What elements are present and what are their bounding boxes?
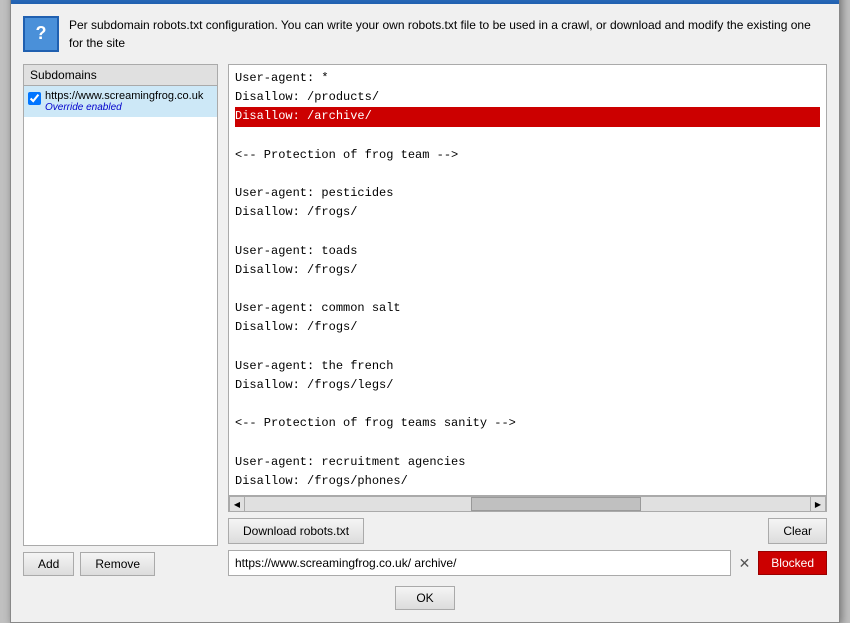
clear-button[interactable]: Clear bbox=[768, 518, 827, 544]
subdomains-label: Subdomains bbox=[23, 64, 218, 85]
subdomain-item[interactable]: https://www.screamingfrog.co.uk Override… bbox=[24, 86, 217, 117]
ok-button[interactable]: OK bbox=[395, 586, 454, 610]
url-clear-button[interactable]: ✕ bbox=[735, 555, 755, 572]
text-area-container[interactable]: User-agent: *Disallow: /products/Disallo… bbox=[228, 64, 827, 496]
info-text: Per subdomain robots.txt configuration. … bbox=[69, 16, 827, 52]
scroll-left-arrow[interactable]: ◀ bbox=[229, 496, 245, 512]
subdomain-checkbox[interactable] bbox=[28, 92, 41, 105]
add-button[interactable]: Add bbox=[23, 552, 74, 576]
url-test-row: ✕ Blocked bbox=[228, 550, 827, 576]
subdomain-buttons: Add Remove bbox=[23, 552, 218, 576]
editor-bottom-row: Download robots.txt Clear bbox=[228, 518, 827, 544]
blocked-button[interactable]: Blocked bbox=[758, 551, 827, 575]
ok-row: OK bbox=[23, 586, 827, 610]
scroll-right-arrow[interactable]: ▶ bbox=[810, 496, 826, 512]
info-row: ? Per subdomain robots.txt configuration… bbox=[23, 16, 827, 52]
text-editor-panel: User-agent: *Disallow: /products/Disallo… bbox=[228, 64, 827, 576]
info-icon: ? bbox=[23, 16, 59, 52]
horizontal-scrollbar[interactable]: ◀ ▶ bbox=[228, 496, 827, 512]
scroll-thumb[interactable] bbox=[471, 497, 641, 511]
scroll-track[interactable] bbox=[245, 497, 810, 511]
url-test-input[interactable] bbox=[228, 550, 731, 576]
main-content: Subdomains https://www.screamingfrog.co.… bbox=[23, 64, 827, 576]
custom-robots-dialog: 🐸 Custom Robots Configuration ✕ ? Per su… bbox=[10, 0, 840, 623]
remove-button[interactable]: Remove bbox=[80, 552, 155, 576]
subdomain-url: https://www.screamingfrog.co.uk bbox=[45, 90, 203, 102]
subdomain-info: https://www.screamingfrog.co.uk Override… bbox=[45, 90, 203, 113]
robots-content[interactable]: User-agent: *Disallow: /products/Disallo… bbox=[229, 65, 826, 495]
dialog-body: ? Per subdomain robots.txt configuration… bbox=[11, 4, 839, 622]
subdomains-panel: Subdomains https://www.screamingfrog.co.… bbox=[23, 64, 218, 576]
download-robots-button[interactable]: Download robots.txt bbox=[228, 518, 364, 544]
subdomain-override: Override enabled bbox=[45, 102, 203, 113]
subdomains-list[interactable]: https://www.screamingfrog.co.uk Override… bbox=[23, 85, 218, 546]
